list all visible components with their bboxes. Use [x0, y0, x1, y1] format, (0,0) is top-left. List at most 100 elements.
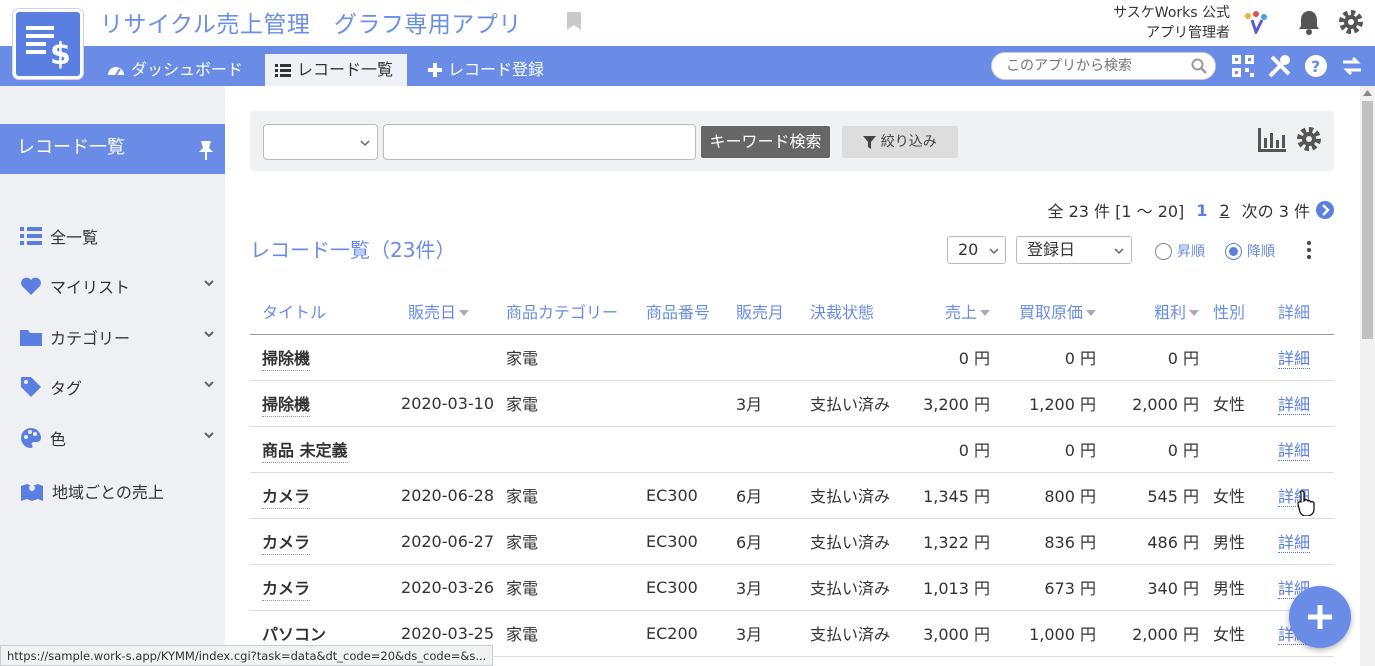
vertical-scrollbar[interactable] — [1360, 86, 1375, 666]
keyword-search-button[interactable]: キーワード検索 — [701, 126, 830, 158]
sync-icon[interactable] — [1340, 54, 1364, 82]
gear-icon[interactable] — [1338, 9, 1364, 39]
tab-record-register[interactable]: レコード登録 — [418, 54, 554, 86]
next-page-link[interactable]: 次の 3 件 — [1242, 198, 1334, 222]
cell-title[interactable]: カメラ — [250, 564, 376, 611]
cell-sale-month — [730, 334, 804, 381]
scroll-up-arrow-icon[interactable] — [1363, 90, 1372, 96]
table-row: カメラ 2020-06-27 家電 EC300 6月 支払い済み 1,322 円 836 円4… — [250, 518, 1334, 565]
col-header-product-code[interactable]: 商品番号 — [640, 288, 730, 335]
pin-icon[interactable] — [198, 140, 214, 160]
table-row: カメラ 2020-06-28 家電 EC300 6月 支払い済み 1,345 円 800 円5… — [250, 472, 1334, 519]
sasuke-logo-icon[interactable] — [1242, 10, 1270, 38]
svg-text:$: $ — [50, 37, 71, 72]
col-header-approval-status[interactable]: 決裁状態 — [804, 288, 910, 335]
owner-role: アプリ管理者 — [1146, 25, 1230, 41]
sidebar-item-label: カテゴリー — [50, 329, 131, 348]
page-2-link[interactable]: 2 — [1219, 201, 1229, 220]
sort-asc-radio[interactable]: 昇順 — [1155, 241, 1205, 261]
app-search-box[interactable] — [991, 52, 1216, 80]
col-header-sale-month[interactable]: 販売月 — [730, 288, 804, 335]
cell-title[interactable]: 掃除機 — [250, 334, 376, 381]
cell-category: 家電 — [500, 472, 640, 519]
keyword-input[interactable] — [383, 124, 696, 160]
map-icon — [21, 484, 43, 501]
qr-code-icon[interactable] — [1231, 54, 1255, 82]
cell-title[interactable]: カメラ — [250, 472, 376, 519]
col-header-gender[interactable]: 性別 — [1205, 288, 1260, 335]
detail-link[interactable]: 詳細 — [1260, 380, 1334, 427]
cell-approval-status: 支払い済み — [804, 380, 910, 427]
search-icon[interactable] — [1191, 58, 1207, 74]
cell-sales: 1,322 円 — [910, 518, 996, 565]
cell-sale-date: 2020-03-26 — [376, 564, 500, 611]
tools-icon[interactable] — [1267, 54, 1292, 83]
cell-gender: 男性 — [1205, 564, 1260, 611]
cell-title[interactable]: カメラ — [250, 518, 376, 565]
radio-button[interactable] — [1155, 242, 1172, 260]
sort-caret-icon — [980, 310, 990, 317]
bookmark-icon[interactable] — [566, 11, 582, 35]
bar-chart-icon[interactable] — [1258, 128, 1286, 156]
sidebar-item-tag[interactable]: タグ — [20, 372, 215, 402]
cell-gender: 女性 — [1205, 380, 1260, 427]
app-search-input[interactable] — [1006, 53, 1186, 79]
table-row: 掃除機 2020-03-10 家電 3月 支払い済み 3,200 円 1,200 円 2,00… — [250, 380, 1334, 427]
chevron-down-icon[interactable] — [203, 429, 215, 441]
detail-link[interactable]: 詳細 — [1260, 426, 1334, 473]
page-1-link[interactable]: 1 — [1196, 201, 1207, 220]
svg-text:?: ? — [1311, 57, 1320, 76]
cell-gender: 男性 — [1205, 518, 1260, 565]
col-header-cost[interactable]: 買取原価 — [996, 288, 1102, 335]
list-icon — [20, 227, 42, 245]
tab-record-list-label: レコード一覧 — [297, 60, 394, 79]
chevron-down-icon[interactable] — [203, 378, 215, 390]
col-header-sale-date[interactable]: 販売日 — [376, 288, 500, 335]
app-logo[interactable]: $ — [13, 9, 83, 79]
pager-summary: 全 23 件 [1 ～ 20] — [1047, 202, 1185, 221]
filter-button[interactable]: 絞り込み — [842, 126, 958, 158]
cell-title[interactable]: 掃除機 — [250, 380, 376, 427]
cell-profit: 545 円 — [1102, 472, 1205, 519]
help-icon[interactable]: ? — [1304, 54, 1328, 82]
sidebar-item-region-sales[interactable]: 地域ごとの売上 — [20, 476, 215, 506]
per-page-select[interactable]: 20 — [947, 236, 1006, 264]
col-header-category[interactable]: 商品カテゴリー — [500, 288, 640, 335]
detail-link[interactable]: 詳細 — [1260, 334, 1334, 381]
col-header-title[interactable]: タイトル — [250, 288, 376, 335]
tab-record-list[interactable]: レコード一覧 — [265, 54, 407, 86]
app-title[interactable]: リサイクル売上管理 グラフ専用アプリ — [100, 5, 522, 39]
more-vertical-icon[interactable] — [1305, 240, 1313, 264]
sidebar-item-all[interactable]: 全一覧 — [20, 221, 215, 251]
add-record-fab[interactable] — [1289, 586, 1351, 648]
gear-icon[interactable] — [1296, 126, 1322, 156]
cell-title[interactable]: 商品 未定義 — [250, 426, 376, 473]
cell-product-code — [640, 426, 730, 473]
tab-dashboard[interactable]: ダッシュボード — [97, 54, 253, 86]
chevron-down-icon[interactable] — [203, 328, 215, 340]
sidebar-item-label: マイリスト — [50, 278, 131, 297]
chevron-down-icon[interactable] — [203, 277, 215, 289]
sidebar-heading-label: レコード一覧 — [17, 137, 125, 158]
cell-product-code — [640, 334, 730, 381]
cell-gender: 女性 — [1205, 472, 1260, 519]
bell-icon[interactable] — [1297, 9, 1321, 39]
sort-field-select[interactable]: 登録日 — [1016, 236, 1132, 264]
sidebar-item-category[interactable]: カテゴリー — [20, 322, 215, 352]
sidebar-item-label: 地域ごとの売上 — [52, 483, 164, 502]
col-header-sales[interactable]: 売上 — [910, 288, 996, 335]
main-content: キーワード検索 絞り込み 全 23 件 [1 ～ 20] 1 2 次の 3 件 … — [225, 86, 1360, 666]
scroll-thumb[interactable] — [1362, 101, 1373, 339]
sidebar-heading: レコード一覧 — [0, 124, 225, 174]
table-header-row: タイトル 販売日 商品カテゴリー 商品番号 販売月 決裁状態 売上 買取原価 粗… — [250, 288, 1334, 335]
sidebar-item-mylist[interactable]: マイリスト — [20, 271, 215, 301]
detail-link[interactable]: 詳細 — [1260, 518, 1334, 565]
search-field-select[interactable] — [263, 124, 378, 160]
radio-button-selected[interactable] — [1225, 242, 1242, 260]
sort-desc-radio[interactable]: 降順 — [1225, 241, 1275, 261]
filter-bar: キーワード検索 絞り込み — [250, 111, 1334, 171]
cell-cost: 836 円 — [996, 518, 1102, 565]
chevron-down-icon — [360, 140, 370, 147]
col-header-profit[interactable]: 粗利 — [1102, 288, 1205, 335]
sidebar-item-color[interactable]: 色 — [20, 423, 215, 453]
